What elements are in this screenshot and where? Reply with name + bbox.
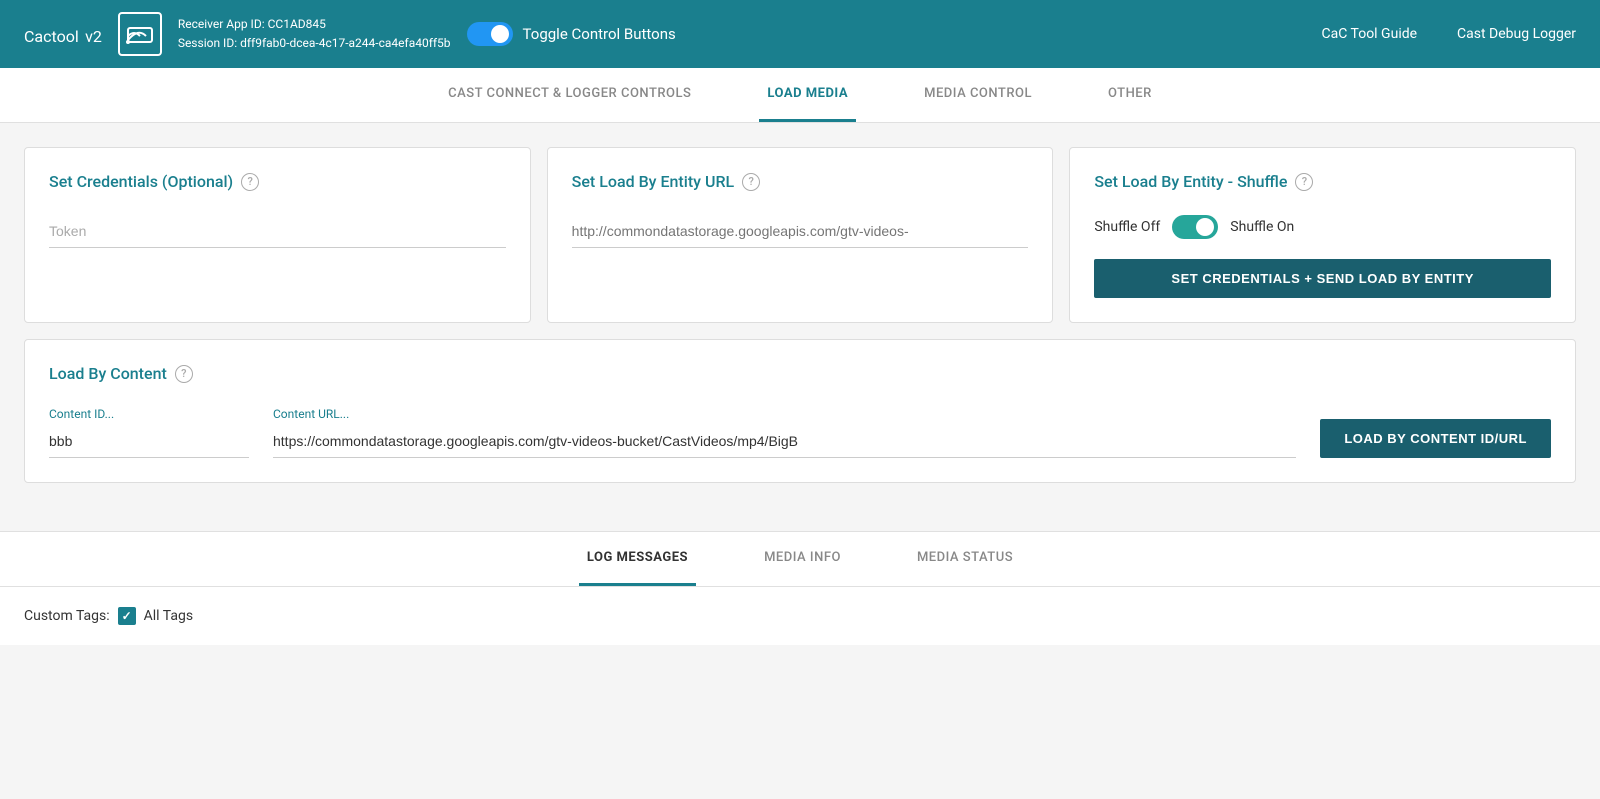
- credentials-help-icon[interactable]: ?: [241, 173, 259, 191]
- content-url-label: Content URL...: [273, 407, 1296, 421]
- content-id-input[interactable]: [49, 425, 249, 458]
- logo-name: Cactool: [24, 27, 79, 46]
- app-header: Cactool v2 Receiver App ID: CC1AD845 Ses…: [0, 0, 1600, 68]
- load-by-content-help-icon[interactable]: ?: [175, 365, 193, 383]
- cac-tool-guide-link[interactable]: CaC Tool Guide: [1322, 26, 1418, 42]
- load-by-content-card: Load By Content ? Content ID... Content …: [24, 339, 1576, 483]
- session-id: dff9fab0-dcea-4c17-a244-ca4efa40ff5b: [240, 36, 450, 50]
- entity-url-input[interactable]: [572, 215, 1029, 248]
- cast-debug-logger-link[interactable]: Cast Debug Logger: [1457, 26, 1576, 42]
- bottom-section: LOG MESSAGES MEDIA INFO MEDIA STATUS Cus…: [0, 531, 1600, 645]
- token-input[interactable]: [49, 215, 506, 248]
- receiver-id: CC1AD845: [268, 17, 326, 31]
- tab-media-info[interactable]: MEDIA INFO: [756, 532, 849, 586]
- session-info: Receiver App ID: CC1AD845 Session ID: df…: [178, 15, 451, 53]
- top-cards-row: Set Credentials (Optional) ? Set Load By…: [24, 147, 1576, 323]
- content-row: Content ID... Content URL... LOAD BY CON…: [49, 407, 1551, 458]
- logo-text: Cactool v2: [24, 19, 102, 49]
- content-id-label: Content ID...: [49, 407, 249, 421]
- content-url-input[interactable]: [273, 425, 1296, 458]
- session-label: Session ID:: [178, 36, 237, 50]
- set-load-entity-url-card: Set Load By Entity URL ?: [547, 147, 1054, 323]
- shuffle-on-label: Shuffle On: [1230, 219, 1294, 235]
- shuffle-title: Set Load By Entity - Shuffle ?: [1094, 172, 1551, 191]
- toggle-label: Toggle Control Buttons: [523, 25, 676, 43]
- shuffle-off-label: Shuffle Off: [1094, 219, 1160, 235]
- load-by-content-button[interactable]: LOAD BY CONTENT ID/URL: [1320, 419, 1551, 458]
- main-nav: CAST CONNECT & LOGGER CONTROLS LOAD MEDI…: [0, 68, 1600, 123]
- shuffle-help-icon[interactable]: ?: [1295, 173, 1313, 191]
- load-by-content-title-text: Load By Content: [49, 364, 167, 383]
- header-left: Cactool v2 Receiver App ID: CC1AD845 Ses…: [24, 12, 676, 56]
- shuffle-toggle[interactable]: [1172, 215, 1218, 239]
- custom-tags-row: Custom Tags: All Tags: [24, 607, 1576, 625]
- tab-log-messages[interactable]: LOG MESSAGES: [579, 532, 696, 586]
- load-by-content-title: Load By Content ?: [49, 364, 1551, 383]
- toggle-switch[interactable]: [467, 22, 513, 46]
- load-entity-url-title: Set Load By Entity URL ?: [572, 172, 1029, 191]
- logo-version: v2: [85, 27, 102, 46]
- cast-icon: [118, 12, 162, 56]
- custom-tags-label: Custom Tags:: [24, 608, 110, 624]
- set-credentials-card: Set Credentials (Optional) ?: [24, 147, 531, 323]
- set-load-entity-shuffle-card: Set Load By Entity - Shuffle ? Shuffle O…: [1069, 147, 1576, 323]
- tab-media-status[interactable]: MEDIA STATUS: [909, 532, 1021, 586]
- entity-url-help-icon[interactable]: ?: [742, 173, 760, 191]
- tab-other[interactable]: OTHER: [1100, 68, 1160, 122]
- receiver-label: Receiver App ID:: [178, 17, 265, 31]
- header-links: CaC Tool Guide Cast Debug Logger: [1322, 26, 1577, 42]
- main-content: Set Credentials (Optional) ? Set Load By…: [0, 123, 1600, 523]
- all-tags-label: All Tags: [144, 608, 193, 624]
- content-id-group: Content ID...: [49, 407, 249, 458]
- shuffle-toggle-row: Shuffle Off Shuffle On: [1094, 215, 1551, 239]
- shuffle-title-text: Set Load By Entity - Shuffle: [1094, 172, 1287, 191]
- set-credentials-send-load-button[interactable]: SET CREDENTIALS + SEND LOAD BY ENTITY: [1094, 259, 1551, 298]
- toggle-control-buttons[interactable]: Toggle Control Buttons: [467, 22, 676, 46]
- bottom-content: Custom Tags: All Tags: [0, 587, 1600, 645]
- tab-cast-connect[interactable]: CAST CONNECT & LOGGER CONTROLS: [440, 68, 699, 122]
- entity-url-title-text: Set Load By Entity URL: [572, 172, 734, 191]
- content-url-group: Content URL...: [273, 407, 1296, 458]
- all-tags-checkbox[interactable]: [118, 607, 136, 625]
- bottom-tabs: LOG MESSAGES MEDIA INFO MEDIA STATUS: [0, 532, 1600, 587]
- tab-load-media[interactable]: LOAD MEDIA: [759, 68, 856, 122]
- set-credentials-title: Set Credentials (Optional) ?: [49, 172, 506, 191]
- credentials-title-text: Set Credentials (Optional): [49, 172, 233, 191]
- tab-media-control[interactable]: MEDIA CONTROL: [916, 68, 1040, 122]
